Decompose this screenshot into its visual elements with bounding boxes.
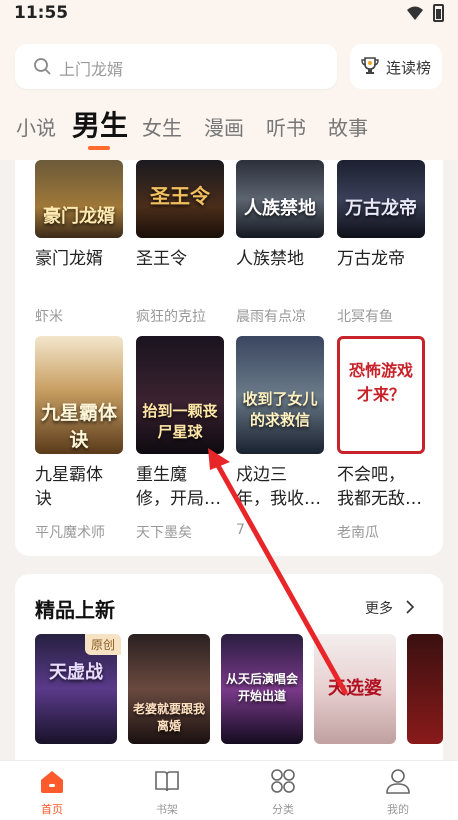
book-cover[interactable]: 从天后演唱会开始出道 [221, 634, 303, 744]
book-cover[interactable]: 天选婆 [314, 634, 396, 744]
tab-novel[interactable]: 小说 [16, 112, 56, 141]
original-badge: 原创 [85, 634, 122, 655]
book-icon [155, 771, 179, 792]
category-tabs: 小说 男生 女生 漫画 听书 故事 [0, 102, 458, 158]
bottom-nav: 首页 书架 分类 我的 [0, 760, 458, 820]
book-title-line[interactable]: 重生魔 [136, 464, 187, 487]
book-grid-card: 豪门龙婿 圣王令 人族禁地 万古龙帝 豪门龙婿 圣王令 人族禁地 万古龙帝 虾米… [15, 160, 443, 556]
book-title[interactable]: 人族禁地 [236, 248, 304, 271]
nav-label: 分类 [272, 803, 294, 816]
cover-title: 恐怖游戏才来？ [348, 361, 413, 404]
book-cover[interactable]: 万古龙帝 [337, 160, 425, 238]
grid-icon [271, 769, 295, 793]
new-arrivals-card: 精品上新 更多 天虚战 原创 老婆就要跟我离婚 从天后演唱会开始出道 天选婆 [15, 574, 443, 760]
cover-title: 老婆就要跟我离婚 [132, 702, 205, 733]
book-cover[interactable]: 圣王令 [136, 160, 224, 238]
book-author: 老南瓜 [337, 525, 379, 541]
cover-title: 天选婆 [328, 678, 382, 699]
book-cover[interactable]: 九星霸体诀 [35, 336, 123, 454]
book-title[interactable]: 万古龙帝 [337, 248, 405, 271]
search-placeholder: 上门龙婿 [59, 60, 124, 79]
status-bar: 11:55 [0, 0, 458, 28]
book-title[interactable]: 豪门龙婿 [35, 248, 103, 271]
rank-button[interactable]: 连读榜 [350, 44, 442, 89]
book-author: 北冥有鱼 [337, 309, 393, 325]
book-title-line[interactable]: 九星霸体 [35, 464, 103, 487]
rank-button-label: 连读榜 [386, 59, 432, 77]
cover-title: 九星霸体诀 [40, 402, 117, 451]
book-title[interactable]: 圣王令 [136, 248, 187, 271]
book-author: 疯狂的克拉 [136, 309, 206, 325]
nav-bookshelf[interactable]: 书架 [137, 767, 197, 817]
book-author: 虾米 [35, 309, 63, 325]
more-link[interactable]: 更多 [365, 598, 393, 618]
tab-audio[interactable]: 听书 [266, 112, 306, 141]
trophy-icon [361, 57, 379, 74]
book-cover[interactable]: 老婆就要跟我离婚 [128, 634, 210, 744]
tab-comic[interactable]: 漫画 [204, 112, 244, 141]
book-author: 平凡魔术师 [35, 525, 105, 541]
book-title-line[interactable]: 戍边三 [236, 464, 287, 487]
cover-title: 豪门龙婿 [43, 206, 115, 227]
book-cover[interactable]: 人族禁地 [236, 160, 324, 238]
cover-title: 天虚战 [49, 662, 103, 683]
book-author: 7 [236, 522, 245, 538]
cover-title: 抬到一颗丧尸星球 [142, 402, 218, 441]
nav-category[interactable]: 分类 [253, 767, 313, 817]
cover-title: 收到了女儿的求救信 [242, 390, 318, 429]
book-cover[interactable]: 抬到一颗丧尸星球 [136, 336, 224, 454]
book-title-line[interactable]: 诀 [35, 488, 52, 511]
section-title: 精品上新 [35, 598, 115, 622]
nav-home[interactable]: 首页 [22, 767, 82, 817]
book-author: 天下墨矣 [136, 525, 192, 541]
battery-icon [433, 4, 444, 22]
status-time: 11:55 [14, 3, 69, 23]
book-author: 晨雨有点凉 [236, 309, 306, 325]
chevron-right-icon[interactable] [405, 600, 415, 614]
tab-male[interactable]: 男生 [72, 104, 128, 144]
header: 上门龙婿 连读榜 小说 男生 女生 漫画 听书 故事 [0, 28, 458, 160]
book-cover[interactable]: 恐怖游戏才来？ [337, 336, 425, 454]
tab-indicator [88, 146, 110, 150]
book-cover[interactable]: 豪门龙婿 [35, 160, 123, 238]
nav-label: 我的 [387, 803, 409, 816]
nav-label: 书架 [156, 803, 178, 816]
book-title-line[interactable]: 不会吧， [337, 464, 405, 487]
tab-female[interactable]: 女生 [142, 112, 182, 141]
cover-title: 人族禁地 [244, 198, 316, 219]
search-icon [34, 58, 51, 75]
home-icon [41, 771, 63, 793]
cover-title: 圣王令 [150, 184, 210, 208]
search-input[interactable]: 上门龙婿 [15, 44, 337, 89]
book-cover[interactable] [407, 634, 443, 744]
nav-profile[interactable]: 我的 [368, 767, 428, 817]
book-title-line[interactable]: 我都无敌… [337, 488, 422, 511]
tab-story[interactable]: 故事 [328, 112, 368, 141]
nav-label: 首页 [41, 803, 63, 816]
book-cover[interactable]: 收到了女儿的求救信 [236, 336, 324, 454]
cover-title: 万古龙帝 [345, 198, 417, 219]
book-title-line[interactable]: 年，我收… [236, 488, 321, 511]
wifi-icon [407, 6, 423, 20]
book-title-line[interactable]: 修，开局… [136, 488, 221, 511]
user-icon [386, 769, 410, 794]
cover-title: 从天后演唱会开始出道 [225, 672, 298, 703]
